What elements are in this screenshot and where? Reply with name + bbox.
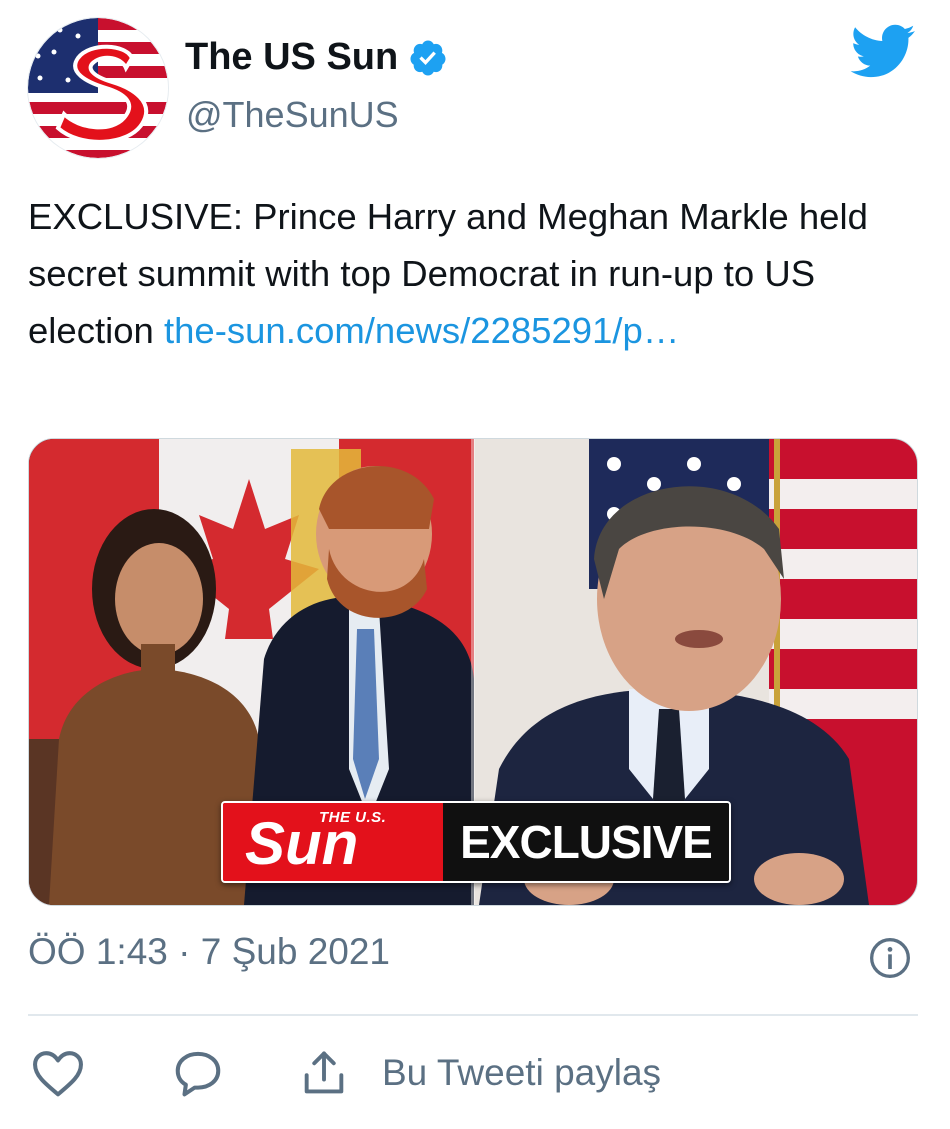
reply-button[interactable]: [168, 1042, 228, 1104]
like-button[interactable]: [28, 1042, 88, 1104]
tweet-text: EXCLUSIVE: Prince Harry and Meghan Markl…: [28, 188, 908, 359]
heart-icon: [33, 1051, 83, 1097]
info-icon[interactable]: [868, 936, 912, 980]
reply-icon: [175, 1051, 221, 1097]
share-icon: [304, 1051, 344, 1094]
exclusive-label: EXCLUSIVE: [460, 816, 713, 868]
avatar[interactable]: [28, 18, 168, 158]
share-button[interactable]: [294, 1042, 354, 1104]
sun-brand-text: Sun: [245, 810, 359, 877]
tweet-timestamp[interactable]: ÖÖ 1:43 · 7 Şub 2021: [28, 931, 390, 973]
tweet-link[interactable]: the-sun.com/news/2285291/p…: [164, 310, 679, 351]
sun-brand-block: THE U.S. Sun: [223, 803, 443, 881]
user-handle[interactable]: @TheSunUS: [186, 94, 399, 136]
tweet-actions: Bu Tweeti paylaş: [28, 1042, 918, 1112]
the-sun-logo: [28, 18, 168, 158]
user-display-name[interactable]: The US Sun: [185, 36, 448, 79]
display-name-text: The US Sun: [185, 36, 399, 78]
exclusive-banner: THE U.S. Sun EXCLUSIVE: [221, 801, 731, 883]
divider: [28, 1014, 918, 1016]
verified-badge-icon: [410, 40, 446, 75]
share-tweet-label[interactable]: Bu Tweeti paylaş: [382, 1052, 661, 1094]
tweet-media-image[interactable]: THE U.S. Sun EXCLUSIVE: [28, 438, 918, 906]
exclusive-label-block: EXCLUSIVE: [443, 803, 729, 881]
twitter-bird-icon[interactable]: [848, 22, 916, 80]
